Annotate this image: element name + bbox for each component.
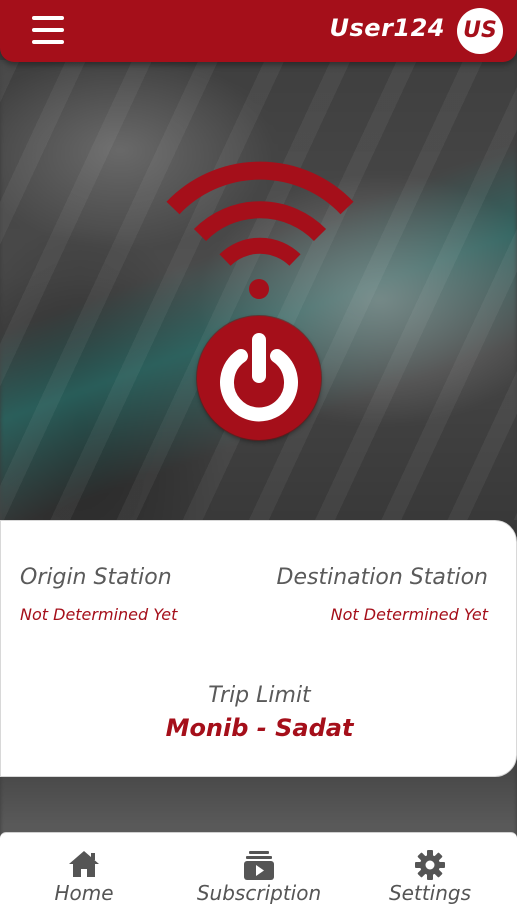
nav-item-home[interactable]: Home — [34, 833, 134, 919]
app-header: User124 US — [0, 0, 517, 62]
nav-label-settings: Settings — [388, 881, 472, 905]
subscription-icon — [244, 851, 274, 880]
trip-info-card: Origin Station Not Determined Yet Destin… — [0, 520, 517, 777]
bottom-navigation: Home Subscription Settings — [0, 832, 517, 919]
app-screen: User124 US Origin Station Not Determined… — [0, 0, 517, 919]
nav-item-settings[interactable]: Settings — [378, 833, 482, 919]
destination-station-value: Not Determined Yet — [330, 605, 488, 624]
nav-label-home: Home — [54, 881, 114, 905]
wifi-icon — [166, 161, 354, 299]
home-icon — [69, 851, 99, 877]
username-label: User124 — [329, 14, 445, 42]
hamburger-menu-icon[interactable] — [32, 16, 64, 44]
power-icon — [220, 333, 298, 422]
trip-limit-label: Trip Limit — [208, 683, 311, 708]
nav-item-subscription[interactable]: Subscription — [189, 833, 329, 919]
gear-icon — [415, 850, 445, 880]
power-toggle-button[interactable] — [197, 316, 321, 440]
origin-station-value: Not Determined Yet — [20, 605, 178, 624]
avatar[interactable]: US — [457, 8, 503, 54]
nav-label-subscription: Subscription — [196, 881, 322, 905]
trip-limit-value: Monib - Sadat — [165, 714, 354, 742]
origin-station-label: Origin Station — [20, 565, 172, 590]
destination-station-label: Destination Station — [276, 565, 488, 590]
